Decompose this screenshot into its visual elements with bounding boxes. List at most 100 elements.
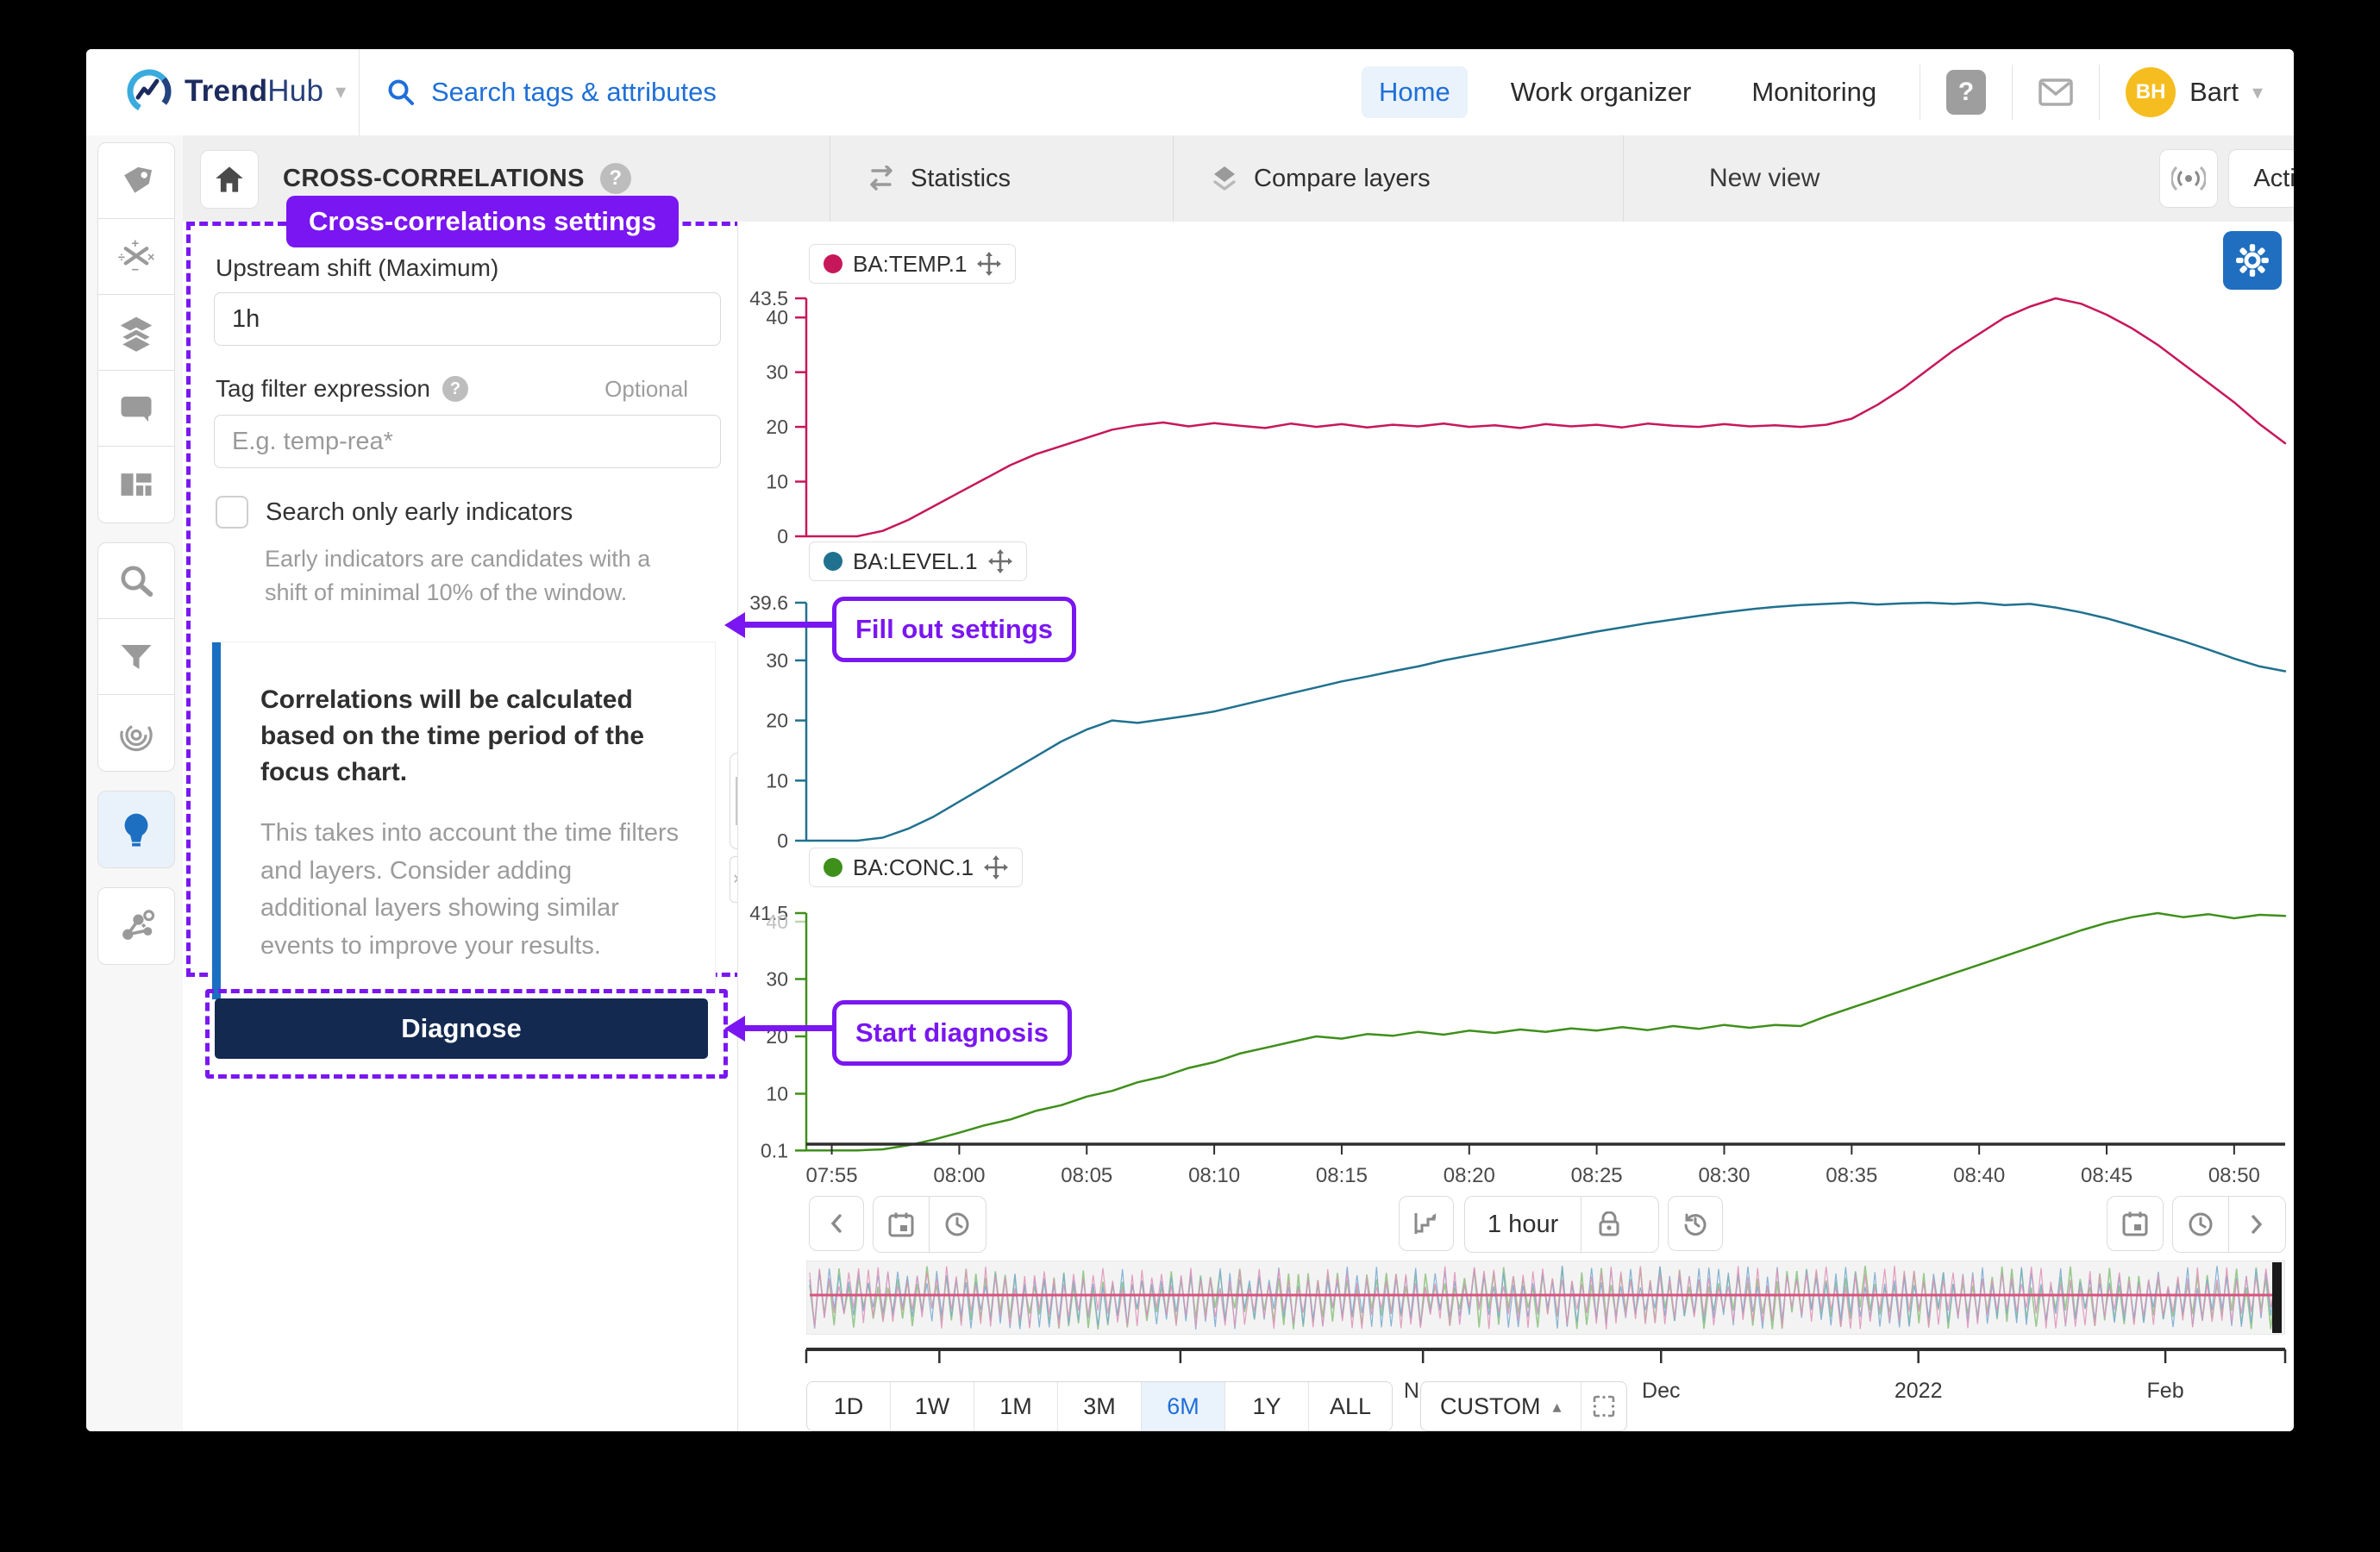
svg-text:0: 0 xyxy=(777,525,788,547)
home-view-button[interactable] xyxy=(200,150,259,209)
rail-fingerprint-button[interactable] xyxy=(97,694,175,772)
divider xyxy=(2099,65,2100,120)
svg-text:08:05: 08:05 xyxy=(1061,1164,1112,1187)
rail-layers-button[interactable] xyxy=(97,294,175,372)
early-indicators-checkbox[interactable] xyxy=(216,496,248,529)
zoom-3m[interactable]: 3M xyxy=(1057,1382,1141,1430)
start-time-button[interactable] xyxy=(929,1197,985,1252)
nav-monitoring[interactable]: Monitoring xyxy=(1734,66,1894,118)
svg-text:10: 10 xyxy=(766,471,788,493)
zoom-all[interactable]: ALL xyxy=(1308,1382,1392,1430)
diagnose-button[interactable]: Diagnose xyxy=(215,998,708,1059)
divider xyxy=(1623,135,1624,222)
tag-filter-help-icon[interactable]: ? xyxy=(442,376,468,402)
annotation-start-diagnosis: Start diagnosis xyxy=(832,1000,1072,1066)
tag-chip-level[interactable]: BA:LEVEL.1 xyxy=(809,541,1027,581)
move-icon[interactable] xyxy=(984,855,1008,879)
start-datetime-group xyxy=(873,1196,986,1253)
zoom-1y[interactable]: 1Y xyxy=(1224,1382,1308,1430)
gear-icon xyxy=(2234,242,2270,278)
statistics-button[interactable]: Statistics xyxy=(866,135,1011,222)
custom-range-button[interactable]: CUSTOM ▴ xyxy=(1421,1382,1581,1430)
rail-search-button[interactable] xyxy=(97,542,175,620)
actions-button[interactable]: Actions ▾ xyxy=(2228,149,2294,208)
user-name: Bart xyxy=(2189,77,2239,108)
lock-duration-button[interactable] xyxy=(1581,1197,1637,1252)
zoom-6m[interactable]: 6M xyxy=(1141,1382,1224,1430)
broadcast-button[interactable] xyxy=(2159,149,2218,208)
zoom-1w[interactable]: 1W xyxy=(890,1382,974,1430)
layers-icon xyxy=(117,314,155,352)
pan-left-button[interactable] xyxy=(809,1196,864,1251)
global-search[interactable] xyxy=(386,49,950,135)
duration-button[interactable]: 1 hour xyxy=(1465,1197,1581,1252)
divider xyxy=(1173,135,1174,222)
rail-filter-button[interactable] xyxy=(97,618,175,696)
calendar-icon xyxy=(888,1211,914,1237)
chart-settings-button[interactable] xyxy=(2223,231,2282,290)
left-icon-rail: + − ÷ × xyxy=(86,135,184,1431)
search-input[interactable] xyxy=(429,76,950,109)
rail-tag-button[interactable] xyxy=(97,142,175,220)
svg-text:10: 10 xyxy=(766,769,788,792)
duration-group: 1 hour xyxy=(1464,1196,1659,1253)
history-button[interactable] xyxy=(1668,1196,1723,1251)
svg-text:Dec: Dec xyxy=(1642,1379,1680,1403)
move-icon[interactable] xyxy=(977,252,1001,276)
svg-text:20: 20 xyxy=(766,710,788,732)
early-indicators-label: Search only early indicators xyxy=(266,498,573,527)
upstream-shift-label: Upstream shift (Maximum) xyxy=(216,254,498,282)
user-menu[interactable]: BH Bart ▾ xyxy=(2126,67,2263,117)
app-window: TrendHub ▾ Home Work organizer Monitorin… xyxy=(86,49,2294,1431)
annotation-diagnose-outline: Diagnose xyxy=(205,989,728,1079)
annotation-arrowhead xyxy=(724,612,745,638)
trendhub-logo[interactable]: TrendHub ▾ xyxy=(126,68,346,115)
tag-chip-temp[interactable]: BA:TEMP.1 xyxy=(809,244,1016,284)
fit-selection-button[interactable] xyxy=(1581,1382,1626,1430)
fingerprint-icon xyxy=(117,714,155,752)
swap-arrows-icon xyxy=(866,166,897,191)
zoom-1d[interactable]: 1D xyxy=(807,1382,890,1430)
rail-formula-button[interactable]: + − ÷ × xyxy=(97,218,175,296)
move-icon[interactable] xyxy=(988,549,1012,573)
end-date-button[interactable] xyxy=(2107,1196,2164,1251)
annotation-arrowhead xyxy=(724,1016,745,1042)
rail-dashboard-button[interactable] xyxy=(97,446,175,523)
context-overview-bar[interactable] xyxy=(806,1261,2285,1335)
svg-text:10: 10 xyxy=(766,1082,788,1105)
series-color-dot xyxy=(824,254,842,273)
svg-text:+: + xyxy=(131,238,139,251)
svg-text:08:15: 08:15 xyxy=(1316,1164,1368,1187)
fit-selection-icon xyxy=(1593,1395,1615,1417)
brand-chevron-icon[interactable]: ▾ xyxy=(335,79,346,104)
start-date-button[interactable] xyxy=(874,1197,929,1252)
svg-text:40: 40 xyxy=(766,911,788,933)
rail-comment-button[interactable] xyxy=(97,370,175,447)
upstream-shift-input[interactable] xyxy=(214,292,721,346)
current-view-title: New view xyxy=(1709,135,1819,222)
rail-recommendations-button[interactable] xyxy=(97,791,175,868)
svg-text:20: 20 xyxy=(766,416,788,438)
tag-filter-input[interactable] xyxy=(214,415,721,468)
custom-range-group: CUSTOM ▴ xyxy=(1420,1381,1627,1431)
compare-layers-button[interactable]: Compare layers xyxy=(1209,135,1431,222)
monitoring-mode-button[interactable] xyxy=(1399,1196,1454,1251)
info-body: This takes into account the time filters… xyxy=(260,815,680,965)
svg-text:30: 30 xyxy=(766,361,788,384)
help-icon[interactable]: ? xyxy=(1946,70,1986,115)
title-help-icon[interactable]: ? xyxy=(600,163,631,194)
series-color-dot xyxy=(824,552,842,571)
tag-icon xyxy=(119,164,153,198)
zoom-1m[interactable]: 1M xyxy=(974,1382,1057,1430)
mail-icon[interactable] xyxy=(2039,78,2073,106)
nav-home[interactable]: Home xyxy=(1362,66,1468,118)
nav-work-organizer[interactable]: Work organizer xyxy=(1494,66,1709,118)
rail-machine-learning-button[interactable] xyxy=(97,887,175,965)
compare-layers-icon xyxy=(1209,163,1240,194)
end-time-button[interactable] xyxy=(2173,1197,2228,1252)
tag-chip-conc[interactable]: BA:CONC.1 xyxy=(809,848,1023,887)
user-chevron-icon: ▾ xyxy=(2252,80,2263,105)
search-icon xyxy=(118,563,154,599)
pan-right-button[interactable] xyxy=(2228,1197,2284,1252)
ml-nodes-icon xyxy=(117,907,155,945)
